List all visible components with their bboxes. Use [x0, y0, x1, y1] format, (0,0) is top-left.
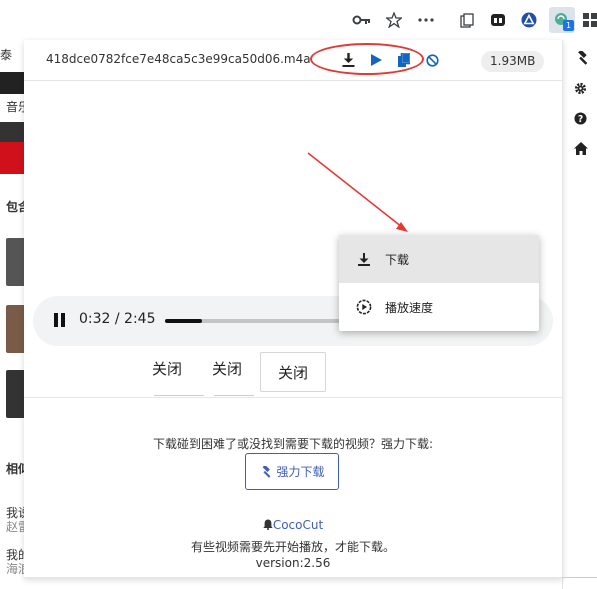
bg-red-banner [0, 142, 24, 174]
menu-item-download[interactable]: 下载 [339, 235, 539, 283]
menu-item-label: 下载 [385, 253, 410, 267]
home-icon[interactable] [563, 138, 597, 158]
bg-text: 音乐 [6, 100, 24, 114]
download-icon [355, 250, 373, 268]
browser-toolbar: 1 [0, 0, 597, 41]
bg-thumbnail [6, 305, 24, 353]
ext-dark-icon[interactable] [487, 9, 509, 31]
hammer-icon [263, 465, 271, 478]
block-icon[interactable] [423, 51, 441, 69]
media-filename: 418dce0782fce7e48ca5c3e99ca50d06.m4a [46, 52, 311, 66]
annotation-oval [310, 43, 424, 75]
bg-text: 海浪 [6, 562, 24, 576]
brand-name: CocoCut [272, 518, 324, 532]
section-divider [24, 397, 562, 398]
extension-sidebar: ? [562, 40, 597, 589]
seek-bar[interactable] [165, 319, 355, 323]
extensions-grid-icon[interactable] [583, 9, 597, 31]
file-size-badge: 1.93MB [481, 51, 545, 72]
bg-thumbnail [6, 238, 24, 286]
bg-text: 赵雷 [6, 520, 24, 534]
bg-thumbnail [6, 370, 24, 418]
bg-text: 相似 [6, 462, 24, 476]
menu-item-playback-speed[interactable]: 播放速度 [339, 283, 539, 331]
ext-delta-icon[interactable] [518, 9, 540, 31]
hammer-icon[interactable] [563, 48, 597, 68]
bg-text: 泰 [0, 48, 13, 62]
play-first-note: 有些视频需要先开始播放，才能下载。 [190, 540, 395, 554]
svg-text:?: ? [578, 113, 583, 124]
cococut-extension-icon[interactable]: 1 [549, 7, 575, 33]
close-button[interactable]: 关闭 [152, 358, 182, 379]
gear-icon[interactable] [563, 78, 597, 98]
bg-grey-bar [0, 122, 24, 142]
help-icon[interactable]: ? [563, 108, 597, 128]
seek-bar-progress [165, 319, 202, 323]
divider [214, 395, 254, 396]
version-text: version:2.56 [255, 556, 331, 570]
force-download-button[interactable]: 强力下载 [245, 453, 339, 490]
more-icon[interactable] [415, 9, 437, 31]
collections-icon[interactable] [456, 9, 478, 31]
bg-text: 包含 [6, 200, 24, 214]
sidebar-bottom-rule [562, 577, 597, 578]
close-button[interactable]: 关闭 [212, 358, 242, 379]
star-icon[interactable] [383, 9, 405, 31]
divider [154, 395, 204, 396]
key-icon[interactable] [350, 9, 372, 31]
extension-badge: 1 [563, 20, 574, 31]
bg-dark-bar [0, 72, 24, 94]
header-divider [24, 80, 562, 81]
background-page: 泰 音乐 包含 相似 我说 赵雷 我的 海浪 [0, 40, 24, 589]
menu-item-label: 播放速度 [385, 301, 434, 315]
pause-icon[interactable] [51, 313, 67, 329]
bell-icon [263, 519, 273, 530]
force-download-label: 强力下载 [276, 465, 325, 479]
playback-speed-icon [355, 298, 373, 316]
cococut-popup: 418dce0782fce7e48ca5c3e99ca50d06.m4a 1.9… [24, 40, 563, 578]
player-context-menu: 下载 播放速度 [339, 235, 539, 331]
close-button[interactable]: 关闭 [260, 352, 326, 392]
help-text: 下载碰到困难了或没找到需要下载的视频？强力下载: [152, 437, 434, 451]
brand-link[interactable]: CocoCut [24, 518, 562, 532]
playback-time: 0:32 / 2:45 [79, 311, 156, 327]
